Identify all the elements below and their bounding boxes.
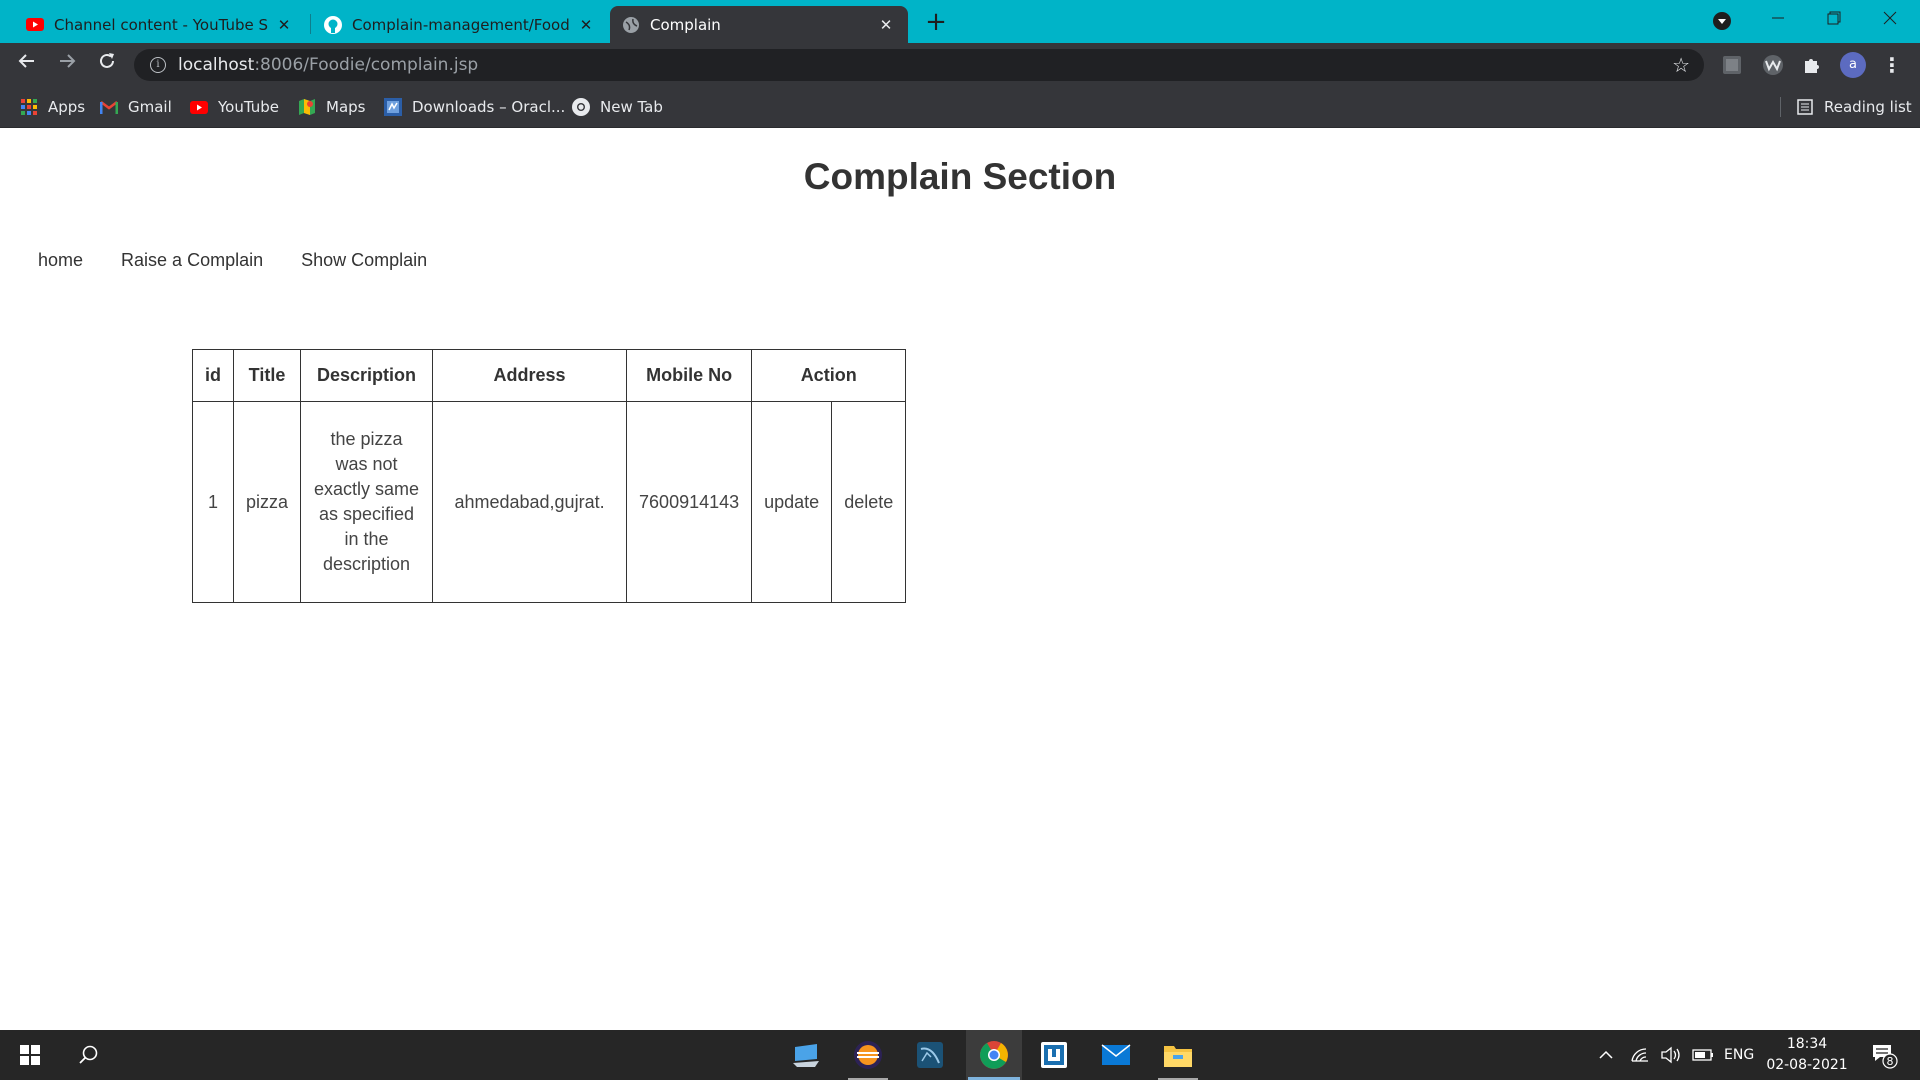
bookmark-apps[interactable]: Apps [20, 87, 85, 127]
tab-strip: Channel content - YouTube Studio ✕ Compl… [0, 0, 1920, 43]
nav-show-complain-link[interactable]: Show Complain [301, 250, 427, 271]
complaints-table: id Title Description Address Mobile No A… [192, 349, 907, 603]
nav-raise-complain-link[interactable]: Raise a Complain [121, 250, 263, 271]
reload-button[interactable] [92, 50, 122, 80]
close-icon[interactable]: ✕ [274, 16, 294, 34]
windows-taskbar: ENG 18:34 02-08-2021 8 [0, 1030, 1920, 1080]
bookmark-gmail[interactable]: Gmail [100, 87, 172, 127]
column-header-title: Title [232, 349, 302, 402]
gmail-icon [100, 98, 118, 116]
reading-list-icon [1796, 98, 1814, 116]
github-icon [324, 15, 342, 34]
tab-search-icon[interactable] [1710, 9, 1734, 33]
column-header-action: Action [751, 349, 907, 402]
oracle-icon [384, 98, 402, 116]
wappalyzer-icon[interactable] [1762, 55, 1783, 75]
bookmark-downloads-oracle[interactable]: Downloads – Oracl... [384, 87, 565, 127]
file-explorer-icon[interactable] [1152, 1030, 1204, 1080]
youtube-studio-icon [26, 16, 44, 34]
cell-address: ahmedabad,gujrat. [432, 401, 628, 603]
tray-chevron-up-icon[interactable] [1598, 1030, 1614, 1080]
column-header-id: id [192, 349, 234, 402]
column-header-description: Description [300, 349, 434, 402]
apps-grid-icon [20, 98, 38, 116]
address-bar[interactable]: i localhost:8006/Foodie/complain.jsp ☆ [134, 49, 1704, 81]
system-clock[interactable]: 18:34 02-08-2021 [1762, 1034, 1852, 1076]
close-icon[interactable]: ✕ [876, 16, 896, 34]
close-window-button[interactable] [1870, 4, 1910, 36]
chrome-icon [572, 98, 590, 116]
tab-title: Channel content - YouTube Studio [54, 15, 268, 34]
windows-start-icon[interactable] [4, 1030, 56, 1080]
chrome-icon[interactable] [966, 1030, 1022, 1080]
bookmark-star-icon[interactable]: ☆ [1672, 53, 1690, 77]
bookmark-label: YouTube [218, 98, 279, 116]
wifi-icon[interactable] [1630, 1030, 1650, 1080]
nav-home-link[interactable]: home [38, 250, 83, 271]
tab-title: Complain-management/Foodie at [352, 15, 570, 34]
clock-time: 18:34 [1786, 1036, 1828, 1052]
page-title: Complain Section [803, 156, 1117, 197]
bookmark-divider [1780, 97, 1781, 117]
cell-mobile: 7600914143 [626, 401, 753, 603]
table-row: 1 pizza the pizza was not exactly same a… [192, 401, 907, 603]
page-nav: home Raise a Complain Show Complain [38, 250, 427, 271]
page-content: Complain Section home Raise a Complain S… [0, 128, 1920, 1030]
bookmark-youtube[interactable]: YouTube [190, 87, 279, 127]
bookmark-maps[interactable]: Maps [298, 87, 365, 127]
tab-complain[interactable]: Complain ✕ [610, 6, 908, 43]
reading-list-button[interactable]: Reading list [1796, 87, 1912, 127]
minimize-button[interactable] [1758, 4, 1798, 36]
clock-date: 02-08-2021 [1766, 1057, 1848, 1073]
notification-count: 8 [1887, 1055, 1894, 1068]
reading-list-label: Reading list [1824, 98, 1912, 116]
profile-avatar[interactable]: a [1840, 52, 1866, 78]
forward-button[interactable] [52, 50, 82, 80]
url-path: :8006/Foodie/complain.jsp [254, 55, 479, 75]
back-button[interactable] [12, 50, 42, 80]
globe-icon [622, 16, 640, 34]
tab-github[interactable]: Complain-management/Foodie at ✕ [312, 6, 608, 43]
notification-center-icon[interactable]: 8 [1870, 1030, 1898, 1080]
column-header-address: Address [432, 349, 628, 402]
mail-icon[interactable] [1090, 1030, 1142, 1080]
restore-button[interactable] [1814, 4, 1854, 36]
cell-description: the pizza was not exactly same as specif… [300, 401, 434, 603]
bookmark-label: Downloads – Oracl... [412, 98, 566, 116]
update-link[interactable]: update [751, 401, 833, 603]
tab-divider [310, 14, 311, 34]
search-icon[interactable] [62, 1030, 114, 1080]
browser-toolbar: i localhost:8006/Foodie/complain.jsp ☆ a… [0, 43, 1920, 87]
table-header-row: id Title Description Address Mobile No A… [192, 349, 907, 402]
cell-id: 1 [192, 401, 234, 603]
youtube-icon [190, 98, 208, 116]
extension-square-icon[interactable] [1722, 55, 1742, 75]
bookmark-label: New Tab [600, 98, 663, 116]
bookmarks-bar: Apps Gmail YouTube Maps Downloads – Orac… [0, 87, 1920, 128]
bookmark-label: Apps [48, 98, 86, 116]
close-icon[interactable]: ✕ [576, 16, 596, 34]
battery-icon[interactable] [1692, 1030, 1714, 1080]
url-host: localhost [178, 55, 255, 75]
tab-title: Complain [650, 15, 721, 34]
bookmark-new-tab[interactable]: New Tab [572, 87, 663, 127]
eclipse-icon[interactable] [842, 1030, 894, 1080]
browser-menu-icon[interactable]: ⋮ [1882, 52, 1902, 78]
column-header-mobile: Mobile No [626, 349, 753, 402]
mysql-workbench-icon[interactable] [904, 1030, 956, 1080]
maps-icon [298, 98, 316, 116]
new-tab-button[interactable]: + [922, 8, 950, 36]
delete-link[interactable]: delete [831, 401, 907, 603]
tab-youtube-studio[interactable]: Channel content - YouTube Studio ✕ [14, 6, 306, 43]
bookmark-label: Maps [326, 98, 366, 116]
cell-title: pizza [232, 401, 302, 603]
volume-icon[interactable] [1660, 1030, 1682, 1080]
extensions-puzzle-icon[interactable] [1802, 55, 1822, 75]
stack-app-icon[interactable] [1028, 1030, 1080, 1080]
bookmark-label: Gmail [128, 98, 172, 116]
site-info-icon[interactable]: i [150, 57, 166, 73]
desktop-icon[interactable] [780, 1030, 832, 1080]
language-indicator[interactable]: ENG [1724, 1030, 1754, 1080]
